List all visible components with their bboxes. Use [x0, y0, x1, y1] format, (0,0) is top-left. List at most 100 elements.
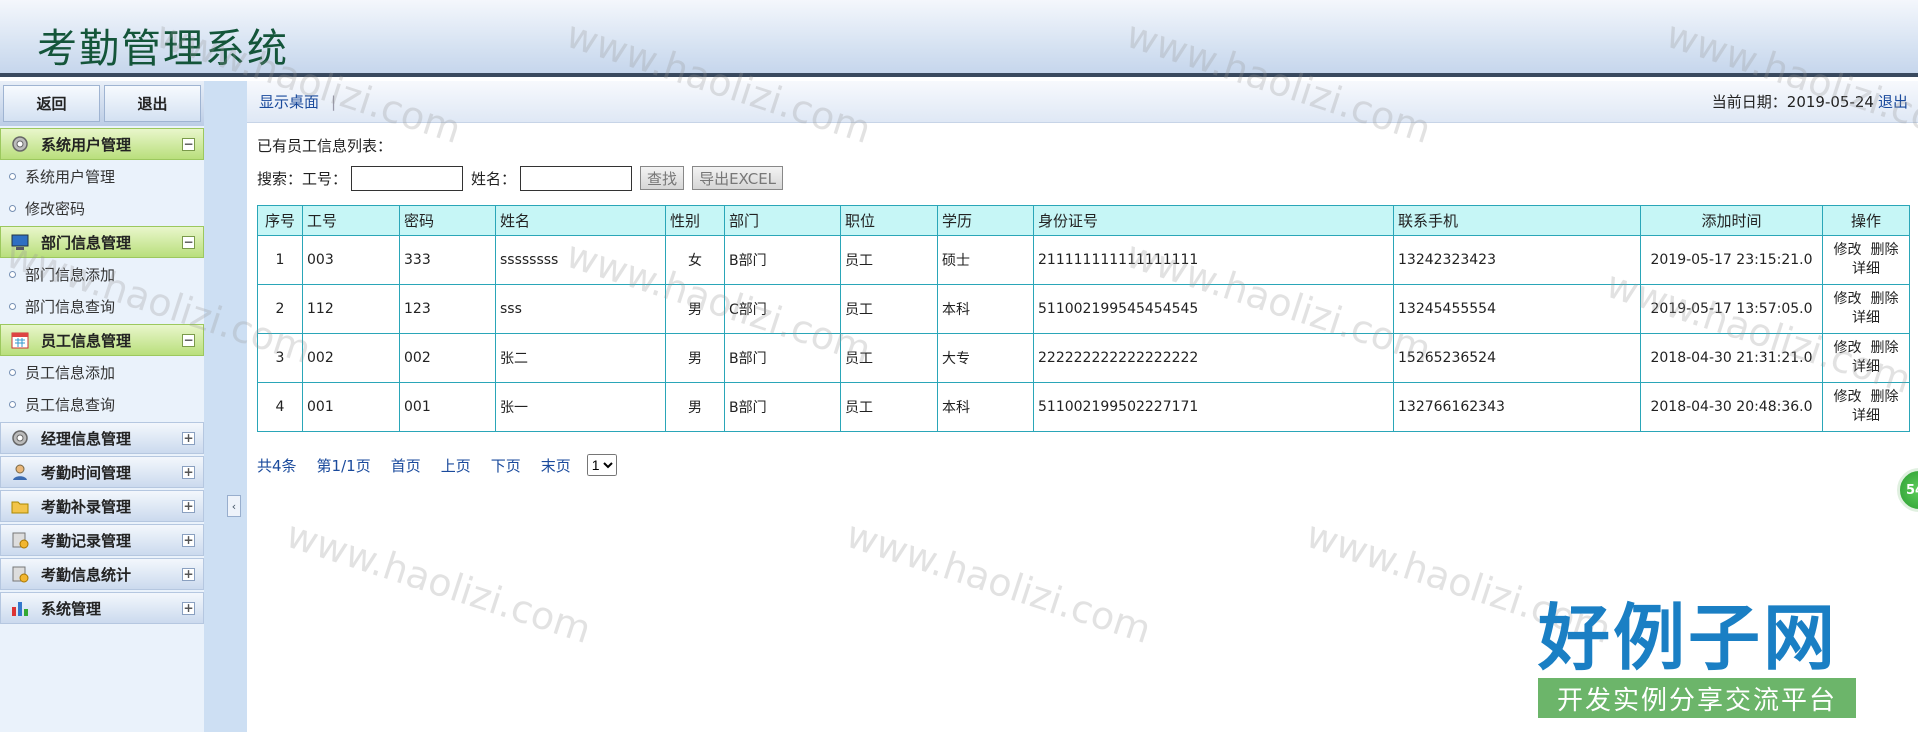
- column-header: 密码: [399, 205, 496, 236]
- bullet-icon: [9, 368, 16, 376]
- cell-department: B部门: [724, 235, 841, 285]
- content-area: 已有员工信息列表： 搜索： 工号： 姓名： 查找 导出EXCEL 序号 工号 密…: [247, 123, 1918, 486]
- menu-group-department[interactable]: 部门信息管理 −: [0, 226, 204, 258]
- menu-group-system-users[interactable]: 系统用户管理 −: [0, 128, 204, 160]
- pagination: 共4条 第1/1页 首页 上页 下页 末页 1: [257, 454, 1908, 476]
- divider: |: [331, 92, 337, 111]
- cell-employee-id: 003: [302, 235, 400, 285]
- detail-link[interactable]: 详细: [1852, 408, 1880, 424]
- cell-gender: 男: [665, 382, 725, 432]
- cell-employee-id: 001: [302, 382, 400, 432]
- menu-item-system-users[interactable]: 系统用户管理: [0, 160, 204, 192]
- folder-icon: [9, 495, 31, 517]
- gear-icon: [9, 133, 31, 155]
- menu-item-label: 部门信息查询: [25, 297, 116, 316]
- logo-subtitle: 开发实例分享交流平台: [1538, 678, 1856, 718]
- column-header: 职位: [840, 205, 938, 236]
- collapse-toggle[interactable]: −: [182, 137, 195, 151]
- edit-link[interactable]: 修改: [1834, 291, 1862, 307]
- column-header: 姓名: [495, 205, 666, 236]
- menu-item-department-add[interactable]: 部门信息添加: [0, 258, 204, 290]
- menu-item-change-password[interactable]: 修改密码: [0, 192, 204, 224]
- menu-item-department-query[interactable]: 部门信息查询: [0, 290, 204, 322]
- menu-group-attendance-time[interactable]: 考勤时间管理 +: [0, 456, 204, 488]
- cell-password: 333: [399, 235, 496, 285]
- bullet-icon: [9, 302, 16, 310]
- expand-toggle[interactable]: +: [182, 533, 195, 547]
- menu-item-label: 员工信息查询: [25, 395, 116, 414]
- column-header: 身份证号: [1033, 205, 1394, 236]
- cell-name: 张二: [495, 333, 666, 383]
- page-select[interactable]: 1: [586, 454, 617, 476]
- expand-toggle[interactable]: +: [182, 601, 195, 615]
- cell-index: 4: [257, 382, 303, 432]
- total-count: 共4条: [257, 456, 297, 475]
- cell-position: 员工: [840, 333, 938, 383]
- table-row: 1 003 333 ssssssss 女 B部门 员工 硕士 211111111…: [257, 235, 1910, 285]
- exit-button[interactable]: 退出: [104, 85, 201, 122]
- detail-link[interactable]: 详细: [1852, 359, 1880, 375]
- column-header: 联系手机: [1393, 205, 1641, 236]
- edit-link[interactable]: 修改: [1834, 340, 1862, 356]
- database-icon: [9, 563, 31, 585]
- logout-link[interactable]: 退出: [1878, 91, 1908, 112]
- cell-id-number: 211111111111111111: [1033, 235, 1394, 285]
- delete-link[interactable]: 删除: [1870, 340, 1898, 356]
- employee-table: 序号 工号 密码 姓名 性别 部门 职位 学历 身份证号 联系手机 添加时间 操…: [257, 205, 1910, 432]
- expand-toggle[interactable]: +: [182, 499, 195, 513]
- menu-item-employee-query[interactable]: 员工信息查询: [0, 388, 204, 420]
- cell-name: ssssssss: [495, 235, 666, 285]
- menu-group-employee[interactable]: 员工信息管理 −: [0, 324, 204, 356]
- delete-link[interactable]: 删除: [1870, 242, 1898, 258]
- name-input[interactable]: [520, 165, 633, 191]
- next-page-link[interactable]: 下页: [491, 455, 521, 476]
- first-page-link[interactable]: 首页: [391, 455, 421, 476]
- show-desktop-link[interactable]: 显示桌面: [259, 91, 319, 112]
- search-button[interactable]: 查找: [640, 166, 685, 190]
- back-button[interactable]: 返回: [3, 85, 100, 122]
- cell-password: 002: [399, 333, 496, 383]
- menu-item-employee-add[interactable]: 员工信息添加: [0, 356, 204, 388]
- last-page-link[interactable]: 末页: [541, 455, 571, 476]
- menu-group-manager[interactable]: 经理信息管理 +: [0, 422, 204, 454]
- bullet-icon: [9, 204, 16, 212]
- delete-link[interactable]: 删除: [1870, 389, 1898, 405]
- detail-link[interactable]: 详细: [1852, 310, 1880, 326]
- expand-toggle[interactable]: +: [182, 567, 195, 581]
- menu-group-attendance-records[interactable]: 考勤记录管理 +: [0, 524, 204, 556]
- bullet-icon: [9, 400, 16, 408]
- expand-toggle[interactable]: +: [182, 465, 195, 479]
- collapse-toggle[interactable]: −: [182, 333, 195, 347]
- menu-group-system[interactable]: 系统管理 +: [0, 592, 204, 624]
- list-title: 已有员工信息列表：: [257, 137, 393, 155]
- employee-id-input[interactable]: [351, 165, 464, 191]
- cell-position: 员工: [840, 235, 938, 285]
- cell-added-time: 2019-05-17 23:15:21.0: [1640, 235, 1823, 285]
- cell-education: 硕士: [937, 235, 1034, 285]
- export-excel-button[interactable]: 导出EXCEL: [692, 166, 784, 190]
- cell-education: 本科: [937, 382, 1034, 432]
- menu-group-label: 经理信息管理: [41, 429, 132, 448]
- delete-link[interactable]: 删除: [1870, 291, 1898, 307]
- edit-link[interactable]: 修改: [1834, 389, 1862, 405]
- sidebar-menu: 返回 退出 系统用户管理 − 系统用户管理 修改密码 部门信息管理 − 部门信息…: [0, 81, 204, 732]
- column-header: 添加时间: [1640, 205, 1823, 236]
- edit-link[interactable]: 修改: [1834, 242, 1862, 258]
- bar-chart-icon: [9, 597, 31, 619]
- expand-toggle[interactable]: +: [182, 431, 195, 445]
- collapse-toggle[interactable]: −: [182, 235, 195, 249]
- site-logo: 好例子网 开发实例分享交流平台: [1538, 600, 1858, 718]
- detail-link[interactable]: 详细: [1852, 261, 1880, 277]
- prev-page-link[interactable]: 上页: [441, 455, 471, 476]
- column-header: 操作: [1822, 205, 1910, 236]
- cell-phone: 132766162343: [1393, 382, 1641, 432]
- sidebar-collapse-button[interactable]: ‹: [227, 495, 241, 517]
- table-row: 3 002 002 张二 男 B部门 员工 大专 222222222222222…: [257, 333, 1910, 383]
- menu-group-attendance-stats[interactable]: 考勤信息统计 +: [0, 558, 204, 590]
- menu-group-label: 系统管理: [41, 599, 102, 618]
- bullet-icon: [9, 270, 16, 278]
- menu-group-attendance-supplement[interactable]: 考勤补录管理 +: [0, 490, 204, 522]
- cell-position: 员工: [840, 284, 938, 334]
- app-header: 考勤管理系统: [0, 0, 1918, 77]
- cell-department: C部门: [724, 284, 841, 334]
